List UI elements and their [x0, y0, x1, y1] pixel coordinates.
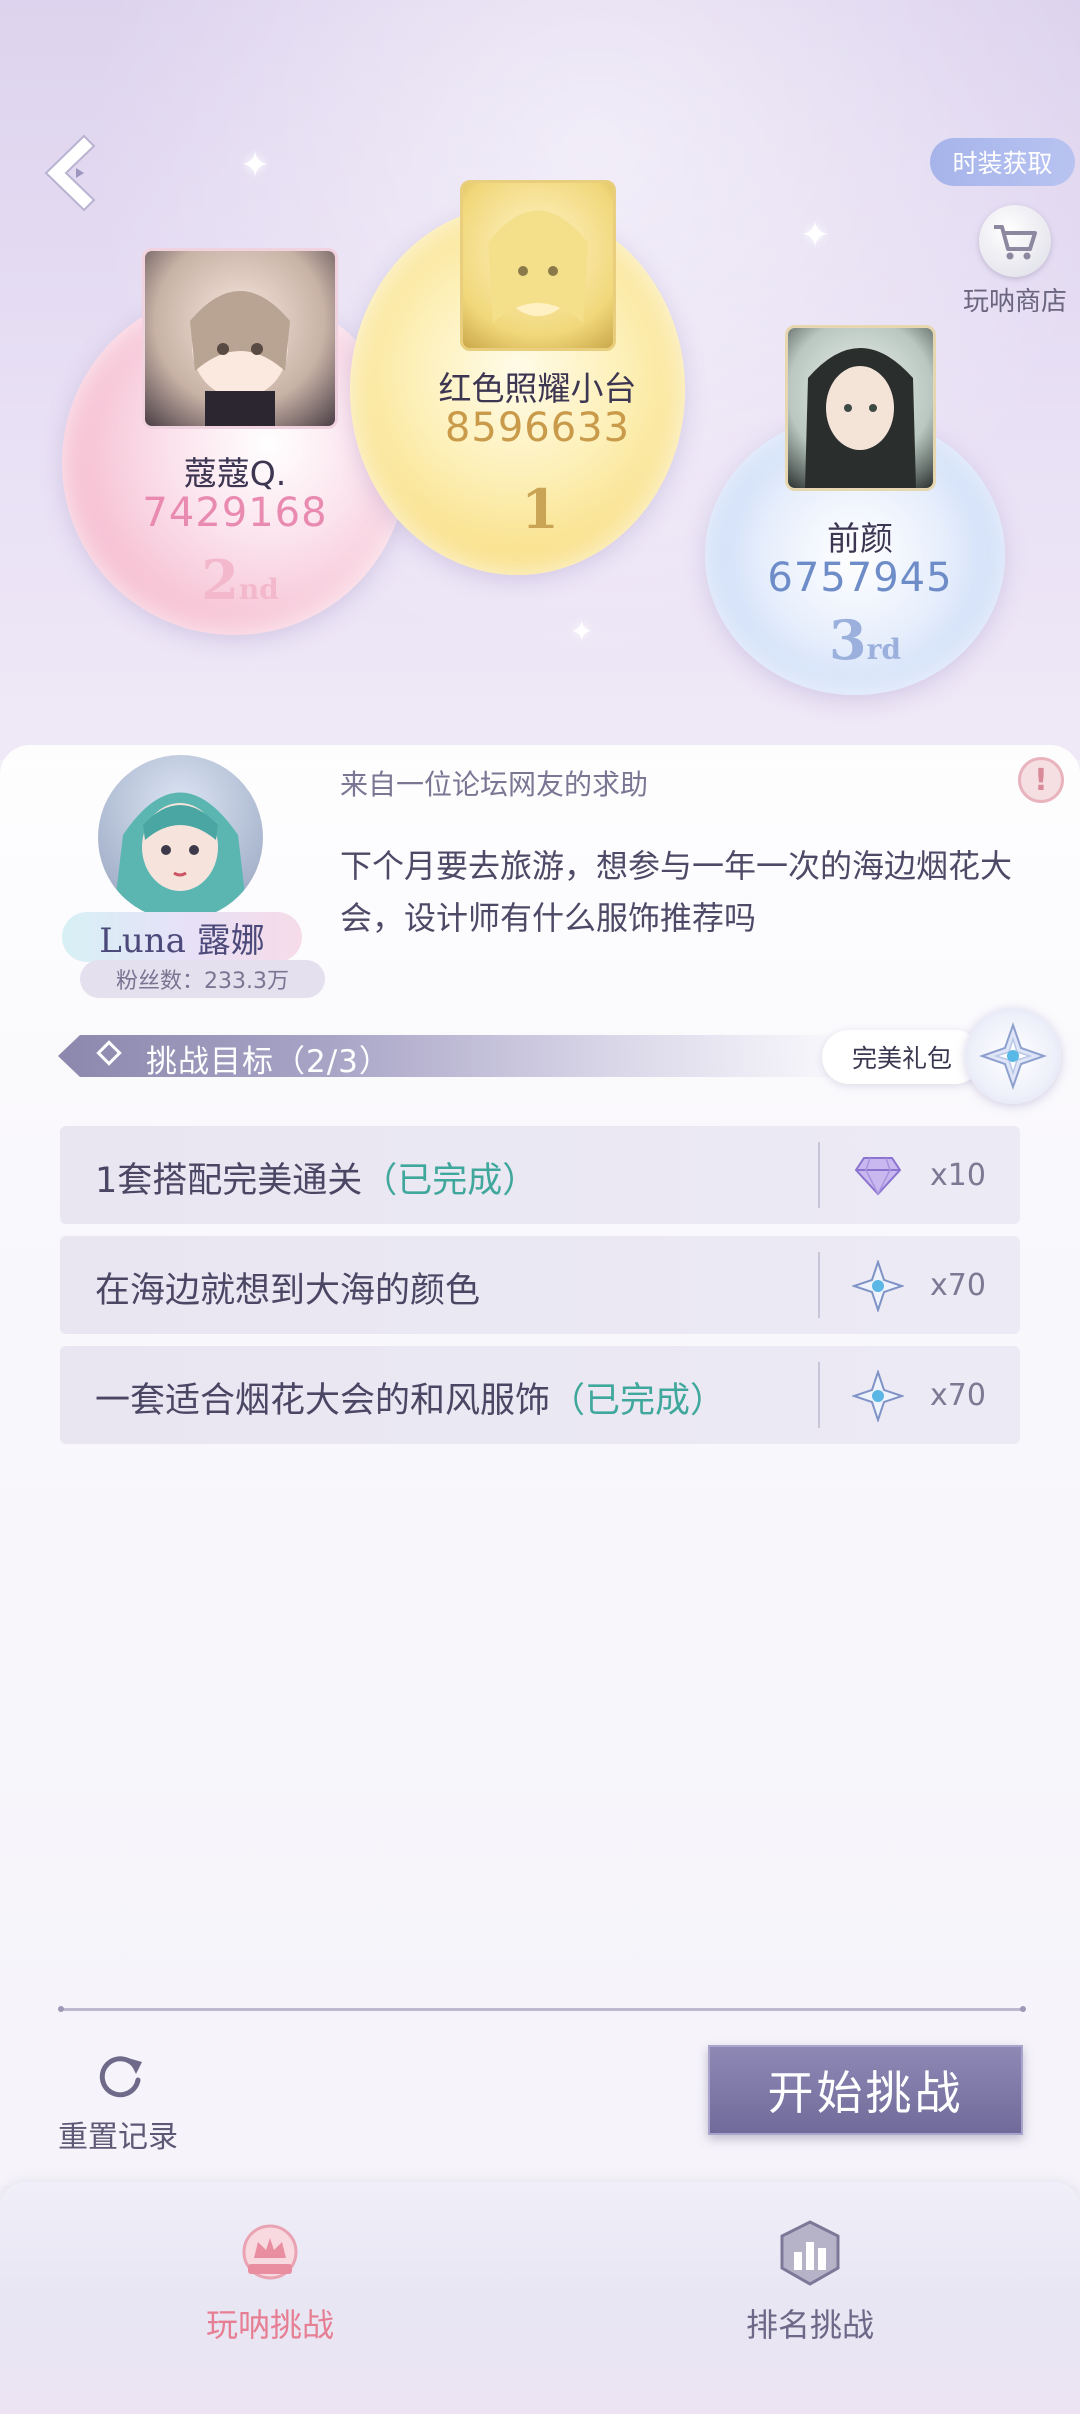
shop-label: 玩呐商店 [962, 287, 1067, 317]
npc-fans-count: 粉丝数：233.3万 [80, 960, 325, 998]
star-badge-icon [850, 1258, 906, 1314]
tab-ranking-challenge[interactable]: 排名挑战 [700, 2218, 920, 2346]
report-alert-icon[interactable]: ! [1018, 757, 1064, 803]
shop-button[interactable]: 玩呐商店 [950, 205, 1080, 325]
star-badge-icon [850, 1368, 906, 1424]
tab-label: 玩呐挑战 [205, 2306, 334, 2344]
divider-dot [1020, 2006, 1026, 2012]
ranking-bars-icon [774, 2218, 846, 2290]
rank-1-name: 红色照耀小台 [438, 369, 637, 408]
cart-icon [979, 205, 1051, 277]
back-arrow-icon [44, 134, 96, 212]
sparkle-decoration: ✦ [240, 145, 271, 186]
task-text: 一套适合烟花大会的和风服饰（已完成） [95, 1381, 726, 1421]
reward-quantity: x10 [930, 1158, 986, 1193]
request-text: 下个月要去旅游，想参与一年一次的海边烟花大会，设计师有什么服饰推荐吗 [340, 847, 1013, 937]
npc-name: Luna 露娜 [62, 912, 302, 962]
reward-quantity: x70 [930, 1268, 986, 1303]
fashion-get-button[interactable]: 时装获取 [930, 138, 1075, 186]
rank-2-name: 蔻蔻Q. [183, 454, 287, 493]
start-challenge-button[interactable]: 开始挑战 [708, 2045, 1023, 2135]
sparkle-decoration: ✦ [800, 215, 831, 256]
rank-2-avatar[interactable] [142, 248, 338, 429]
rank-1-avatar[interactable] [460, 180, 616, 351]
sparkle-decoration: ✦ [570, 615, 594, 648]
tab-label: 排名挑战 [745, 2306, 874, 2344]
rank-1-number: 1 [521, 477, 559, 541]
task-status: （已完成） [362, 1161, 538, 1201]
footer-divider [60, 2008, 1025, 2011]
reward-quantity: x70 [930, 1378, 986, 1413]
task-status: （已完成） [550, 1381, 726, 1421]
gift-star-icon[interactable] [965, 1008, 1061, 1104]
rank-3-number: 3rd [829, 608, 901, 672]
crown-badge-icon [234, 2218, 306, 2290]
tab-wanna-challenge[interactable]: 玩呐挑战 [160, 2218, 380, 2346]
task-text: 在海边就想到大海的颜色 [95, 1271, 481, 1311]
rank-3-avatar[interactable] [785, 325, 936, 491]
npc-avatar[interactable] [98, 755, 263, 920]
rank-3-score: 6757945 [767, 555, 953, 601]
rank-2-number: 2nd [201, 548, 279, 612]
perfect-gift-button[interactable]: 完美礼包 [822, 1030, 982, 1084]
task-text: 1套搭配完美通关（已完成） [95, 1161, 538, 1201]
rank-1-score: 8596633 [444, 405, 631, 451]
task-row[interactable]: 一套适合烟花大会的和风服饰（已完成） x70 [60, 1346, 1020, 1444]
rank-2-score: 7429168 [142, 490, 328, 536]
task-row[interactable]: 1套搭配完美通关（已完成） x10 [60, 1126, 1020, 1224]
divider [818, 1142, 820, 1208]
task-row[interactable]: 在海边就想到大海的颜色 x70 [60, 1236, 1020, 1334]
goal-title: 挑战目标（2/3） [146, 1044, 391, 1080]
divider-dot [58, 2006, 64, 2012]
reset-record-button[interactable]: 重置记录 [58, 2112, 178, 2156]
diamond-icon [850, 1148, 906, 1204]
back-button[interactable] [36, 128, 126, 218]
reset-icon[interactable] [92, 2048, 148, 2104]
rank-3-name: 前颜 [827, 519, 893, 558]
request-source: 来自一位论坛网友的求助 [340, 768, 649, 801]
divider [818, 1362, 820, 1428]
divider [818, 1252, 820, 1318]
